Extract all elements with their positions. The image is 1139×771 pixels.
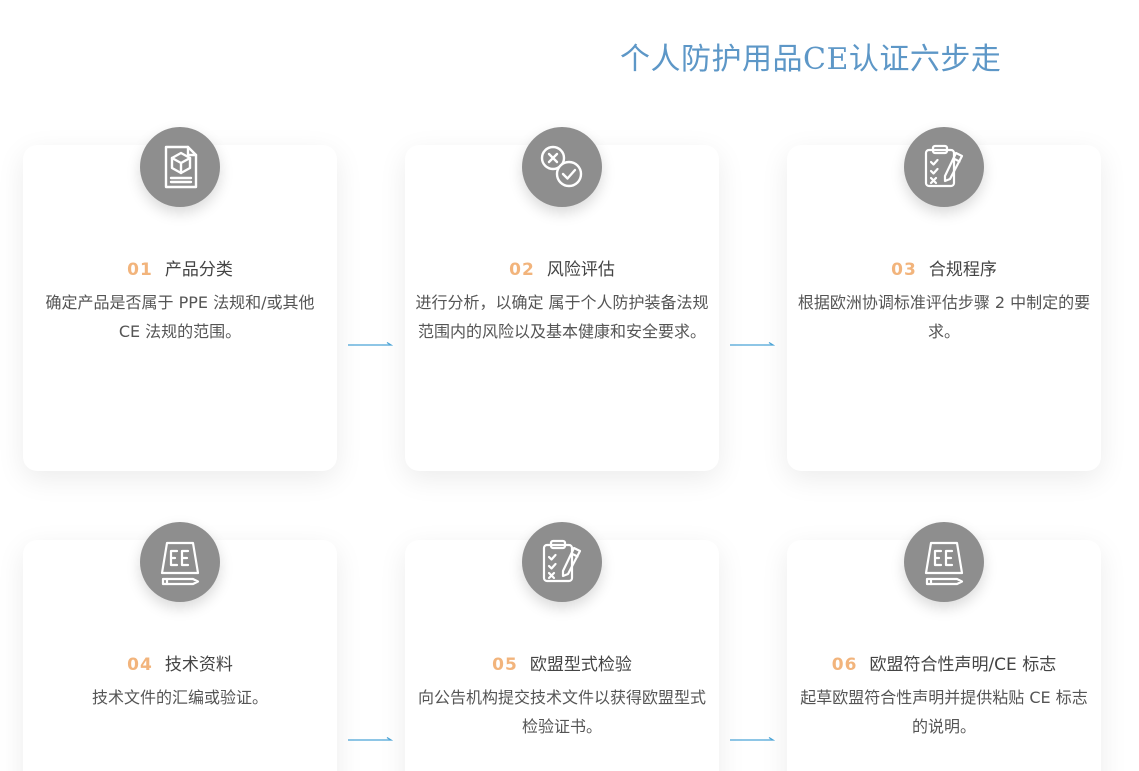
step-heading: 03 合规程序 xyxy=(787,255,1101,280)
cross-check-icon xyxy=(522,127,602,207)
step-heading: 06 欧盟符合性声明/CE 标志 xyxy=(787,650,1101,675)
step-number: 06 xyxy=(831,655,858,675)
step-card-4: 04 技术资料 技术文件的汇编或验证。 xyxy=(23,522,337,771)
step-number: 02 xyxy=(509,260,535,280)
step-card-5: 05 欧盟型式检验 向公告机构提交技术文件以获得欧盟型式检验证书。 xyxy=(405,522,719,771)
clipboard-pen-icon xyxy=(522,522,602,602)
step-title: 技术资料 xyxy=(164,655,233,675)
step-title: 欧盟型式检验 xyxy=(529,655,632,675)
ce-paper-pen-icon xyxy=(904,522,984,602)
step-title: 合规程序 xyxy=(928,260,997,280)
connector-arrow-4-5 xyxy=(347,736,393,744)
step-heading: 02 风险评估 xyxy=(405,255,719,280)
step-description: 进行分析，以确定 属于个人防护装备法规范围内的风险以及基本健康和安全要求。 xyxy=(415,293,709,341)
page-title: 个人防护用品CE认证六步走 xyxy=(620,42,1002,77)
step-heading: 04 技术资料 xyxy=(23,650,337,675)
step-description: 技术文件的汇编或验证。 xyxy=(91,688,268,707)
product-box-document-icon xyxy=(140,127,220,207)
step-card-2: 02 风险评估 进行分析，以确定 属于个人防护装备法规范围内的风险以及基本健康和安… xyxy=(405,127,719,471)
step-number: 03 xyxy=(891,260,917,280)
step-description: 根据欧洲协调标准评估步骤 2 中制定的要求。 xyxy=(797,293,1091,341)
step-heading: 05 欧盟型式检验 xyxy=(405,650,719,675)
step-number: 04 xyxy=(127,655,153,675)
step-title: 产品分类 xyxy=(164,260,233,280)
step-title: 风险评估 xyxy=(546,260,615,280)
step-title: 欧盟符合性声明/CE 标志 xyxy=(869,655,1057,675)
connector-arrow-5-6 xyxy=(729,736,775,744)
step-card-3: 03 合规程序 根据欧洲协调标准评估步骤 2 中制定的要求。 xyxy=(787,127,1101,471)
connector-arrow-1-2 xyxy=(347,341,393,349)
step-description: 确定产品是否属于 PPE 法规和/或其他 CE 法规的范围。 xyxy=(45,293,315,341)
step-card-6: 06 欧盟符合性声明/CE 标志 起草欧盟符合性声明并提供粘贴 CE 标志的说明。 xyxy=(787,522,1101,771)
step-number: 01 xyxy=(127,260,153,280)
step-card-1: 01 产品分类 确定产品是否属于 PPE 法规和/或其他 CE 法规的范围。 xyxy=(23,127,337,471)
ce-paper-pen-icon xyxy=(140,522,220,602)
step-heading: 01 产品分类 xyxy=(23,255,337,280)
clipboard-pen-icon xyxy=(904,127,984,207)
step-description: 向公告机构提交技术文件以获得欧盟型式检验证书。 xyxy=(417,688,706,736)
connector-arrow-2-3 xyxy=(729,341,775,349)
step-description: 起草欧盟符合性声明并提供粘贴 CE 标志的说明。 xyxy=(800,688,1088,736)
step-number: 05 xyxy=(492,655,518,675)
